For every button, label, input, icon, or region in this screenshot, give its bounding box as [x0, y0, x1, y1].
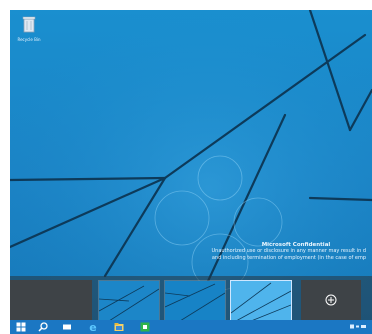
file-explorer-icon[interactable] — [114, 322, 124, 332]
watermark-line-1: Unauthorized use or disclosure in any ma… — [211, 248, 366, 254]
search-icon[interactable] — [38, 322, 48, 332]
desktop-preview-empty[interactable] — [10, 280, 92, 320]
recycle-bin-label: Recycle Bin — [17, 37, 41, 42]
start-icon[interactable] — [16, 322, 26, 332]
watermark-line-2: and including termination of employment … — [211, 255, 366, 261]
svg-text:e: e — [89, 322, 96, 332]
confidential-watermark: Microsoft Confidential Unauthorized use … — [166, 242, 366, 262]
desktop-thumbnail-2[interactable] — [164, 280, 226, 322]
internet-explorer-icon[interactable]: e — [88, 322, 98, 332]
add-icon — [325, 294, 337, 306]
desktop-thumbnail-image — [99, 281, 159, 321]
desktop-thumbnail-3-selected[interactable] — [230, 280, 292, 322]
new-desktop-button[interactable] — [301, 280, 361, 320]
taskbar: e — [10, 320, 372, 334]
notification-tray-icon[interactable] — [350, 324, 366, 329]
task-view-icon[interactable] — [62, 322, 72, 332]
desktop-thumbnail-image — [231, 281, 291, 321]
desktop-thumbnail-1[interactable] — [98, 280, 160, 322]
recycle-bin-icon — [22, 16, 36, 33]
store-icon[interactable] — [140, 322, 150, 332]
desktop-screen: Recycle Bin Microsoft Confidential Unaut… — [10, 10, 372, 334]
desktop-thumbnail-image — [165, 281, 225, 321]
recycle-bin-shortcut[interactable]: Recycle Bin — [10, 16, 48, 42]
